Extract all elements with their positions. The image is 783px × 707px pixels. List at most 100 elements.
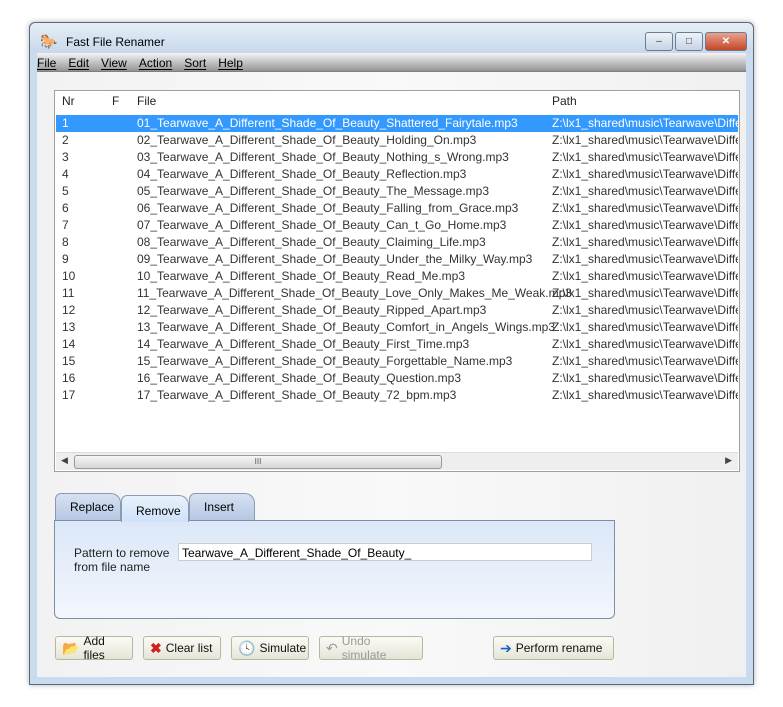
menu-bar: File Edit View Action Sort Help xyxy=(37,53,746,72)
table-row[interactable]: 6 06_Tearwave_A_Different_Shade_Of_Beauty… xyxy=(56,200,738,217)
perform-rename-label: Perform rename xyxy=(515,641,603,655)
row-path: Z:\lx1_shared\music\Tearwave\Differe xyxy=(552,286,738,300)
row-nr: 14 xyxy=(62,337,76,351)
row-nr: 7 xyxy=(62,218,69,232)
row-path: Z:\lx1_shared\music\Tearwave\Differe xyxy=(552,167,738,181)
row-file: 02_Tearwave_A_Different_Shade_Of_Beauty_… xyxy=(137,133,477,147)
row-nr: 10 xyxy=(62,269,76,283)
pattern-label: Pattern to remove from file name xyxy=(74,546,170,574)
table-row[interactable]: 1 01_Tearwave_A_Different_Shade_Of_Beauty… xyxy=(56,115,738,132)
scroll-right-icon[interactable]: ▶ xyxy=(725,455,732,466)
scroll-left-icon[interactable]: ◀ xyxy=(61,455,68,466)
row-nr: 4 xyxy=(62,167,69,181)
close-button[interactable]: ✕ xyxy=(705,32,747,51)
table-row[interactable]: 7 07_Tearwave_A_Different_Shade_Of_Beauty… xyxy=(56,217,738,234)
maximize-button[interactable]: □ xyxy=(675,32,703,51)
red-x-icon: ✖ xyxy=(150,639,162,656)
table-row[interactable]: 14 14_Tearwave_A_Different_Shade_Of_Beaut… xyxy=(56,336,738,353)
row-nr: 9 xyxy=(62,252,69,266)
row-file: 08_Tearwave_A_Different_Shade_Of_Beauty_… xyxy=(137,235,486,249)
minimize-button[interactable]: – xyxy=(645,32,673,51)
menu-file[interactable]: File xyxy=(37,53,62,72)
title-bar[interactable]: 🐎 Fast File Renamer – □ ✕ xyxy=(30,23,753,53)
table-row[interactable]: 11 11_Tearwave_A_Different_Shade_Of_Beaut… xyxy=(56,285,738,302)
row-file: 04_Tearwave_A_Different_Shade_Of_Beauty_… xyxy=(137,167,467,181)
window-title: Fast File Renamer xyxy=(66,35,165,49)
row-nr: 2 xyxy=(62,133,69,147)
row-path: Z:\lx1_shared\music\Tearwave\Differe xyxy=(552,235,738,249)
scroll-thumb[interactable]: III xyxy=(74,455,442,469)
row-nr: 3 xyxy=(62,150,69,164)
menu-help[interactable]: Help xyxy=(212,53,249,72)
column-header-file[interactable]: File xyxy=(137,94,156,108)
app-window: 🐎 Fast File Renamer – □ ✕ File Edit View… xyxy=(29,22,754,685)
perform-rename-button[interactable]: ➔ Perform rename xyxy=(493,636,614,660)
clear-list-button[interactable]: ✖ Clear list xyxy=(143,636,221,660)
table-row[interactable]: 17 17_Tearwave_A_Different_Shade_Of_Beaut… xyxy=(56,387,738,404)
folder-icon: 📂 xyxy=(62,639,80,656)
menu-edit[interactable]: Edit xyxy=(62,53,95,72)
pattern-input[interactable]: Tearwave_A_Different_Shade_Of_Beauty_ xyxy=(178,543,592,561)
column-header-nr[interactable]: Nr xyxy=(62,94,75,108)
table-row[interactable]: 13 13_Tearwave_A_Different_Shade_Of_Beaut… xyxy=(56,319,738,336)
row-file: 14_Tearwave_A_Different_Shade_Of_Beauty_… xyxy=(137,337,470,351)
row-file: 10_Tearwave_A_Different_Shade_Of_Beauty_… xyxy=(137,269,465,283)
table-row[interactable]: 3 03_Tearwave_A_Different_Shade_Of_Beauty… xyxy=(56,149,738,166)
menu-action[interactable]: Action xyxy=(133,53,178,72)
row-nr: 12 xyxy=(62,303,76,317)
table-row[interactable]: 16 16_Tearwave_A_Different_Shade_Of_Beaut… xyxy=(56,370,738,387)
simulate-button[interactable]: 🕓 Simulate xyxy=(231,636,309,660)
row-path: Z:\lx1_shared\music\Tearwave\Differe xyxy=(552,303,738,317)
column-header-path[interactable]: Path xyxy=(552,94,738,108)
row-nr: 5 xyxy=(62,184,69,198)
column-header-f[interactable]: F xyxy=(112,94,119,108)
simulate-label: Simulate xyxy=(259,641,307,655)
row-file: 03_Tearwave_A_Different_Shade_Of_Beauty_… xyxy=(137,150,509,164)
row-file: 16_Tearwave_A_Different_Shade_Of_Beauty_… xyxy=(137,371,461,385)
remove-panel: Pattern to remove from file name Tearwav… xyxy=(54,520,615,619)
table-row[interactable]: 2 02_Tearwave_A_Different_Shade_Of_Beauty… xyxy=(56,132,738,149)
table-row[interactable]: 4 04_Tearwave_A_Different_Shade_Of_Beauty… xyxy=(56,166,738,183)
undo-icon: ↶ xyxy=(326,639,338,656)
table-row[interactable]: 12 12_Tearwave_A_Different_Shade_Of_Beaut… xyxy=(56,302,738,319)
app-icon: 🐎 xyxy=(40,33,58,49)
undo-simulate-label: Undo simulate xyxy=(341,634,387,662)
row-nr: 17 xyxy=(62,388,76,402)
client-area: Nr F File Path 1 01_Tearwave_A_Different_… xyxy=(37,72,746,677)
row-file: 09_Tearwave_A_Different_Shade_Of_Beauty_… xyxy=(137,252,533,266)
row-nr: 11 xyxy=(62,286,75,300)
tab-remove[interactable]: Remove xyxy=(121,495,189,522)
tab-replace[interactable]: Replace xyxy=(55,493,121,520)
table-row[interactable]: 10 10_Tearwave_A_Different_Shade_Of_Beaut… xyxy=(56,268,738,285)
row-path: Z:\lx1_shared\music\Tearwave\Differe xyxy=(552,116,738,130)
menu-sort[interactable]: Sort xyxy=(178,53,212,72)
row-nr: 6 xyxy=(62,201,69,215)
row-file: 17_Tearwave_A_Different_Shade_Of_Beauty_… xyxy=(137,388,457,402)
row-nr: 15 xyxy=(62,354,76,368)
clock-icon: 🕓 xyxy=(238,639,256,656)
row-path: Z:\lx1_shared\music\Tearwave\Differe xyxy=(552,201,738,215)
tab-insert[interactable]: Insert xyxy=(189,493,255,520)
row-file: 13_Tearwave_A_Different_Shade_Of_Beauty_… xyxy=(137,320,556,334)
table-row[interactable]: 5 05_Tearwave_A_Different_Shade_Of_Beauty… xyxy=(56,183,738,200)
row-file: 06_Tearwave_A_Different_Shade_Of_Beauty_… xyxy=(137,201,519,215)
row-file: 05_Tearwave_A_Different_Shade_Of_Beauty_… xyxy=(137,184,490,198)
row-path: Z:\lx1_shared\music\Tearwave\Differe xyxy=(552,320,738,334)
row-file: 01_Tearwave_A_Different_Shade_Of_Beauty_… xyxy=(137,116,518,130)
row-path: Z:\lx1_shared\music\Tearwave\Differe xyxy=(552,150,738,164)
table-row[interactable]: 15 15_Tearwave_A_Different_Shade_Of_Beaut… xyxy=(56,353,738,370)
table-row[interactable]: 9 09_Tearwave_A_Different_Shade_Of_Beauty… xyxy=(56,251,738,268)
table-row[interactable]: 8 08_Tearwave_A_Different_Shade_Of_Beauty… xyxy=(56,234,738,251)
row-nr: 8 xyxy=(62,235,69,249)
row-path: Z:\lx1_shared\music\Tearwave\Differe xyxy=(552,354,738,368)
clear-list-label: Clear list xyxy=(165,641,213,655)
undo-simulate-button[interactable]: ↶ Undo simulate xyxy=(319,634,423,662)
file-list[interactable]: Nr F File Path 1 01_Tearwave_A_Different_… xyxy=(54,90,740,472)
horizontal-scrollbar[interactable]: ◀ III ▶ xyxy=(56,452,738,470)
menu-view[interactable]: View xyxy=(95,53,133,72)
row-path: Z:\lx1_shared\music\Tearwave\Differe xyxy=(552,184,738,198)
row-nr: 1 xyxy=(62,116,69,130)
row-file: 11_Tearwave_A_Different_Shade_Of_Beauty_… xyxy=(137,286,572,300)
row-path: Z:\lx1_shared\music\Tearwave\Differe xyxy=(552,388,738,402)
add-files-button[interactable]: 📂 Add files xyxy=(55,634,133,662)
